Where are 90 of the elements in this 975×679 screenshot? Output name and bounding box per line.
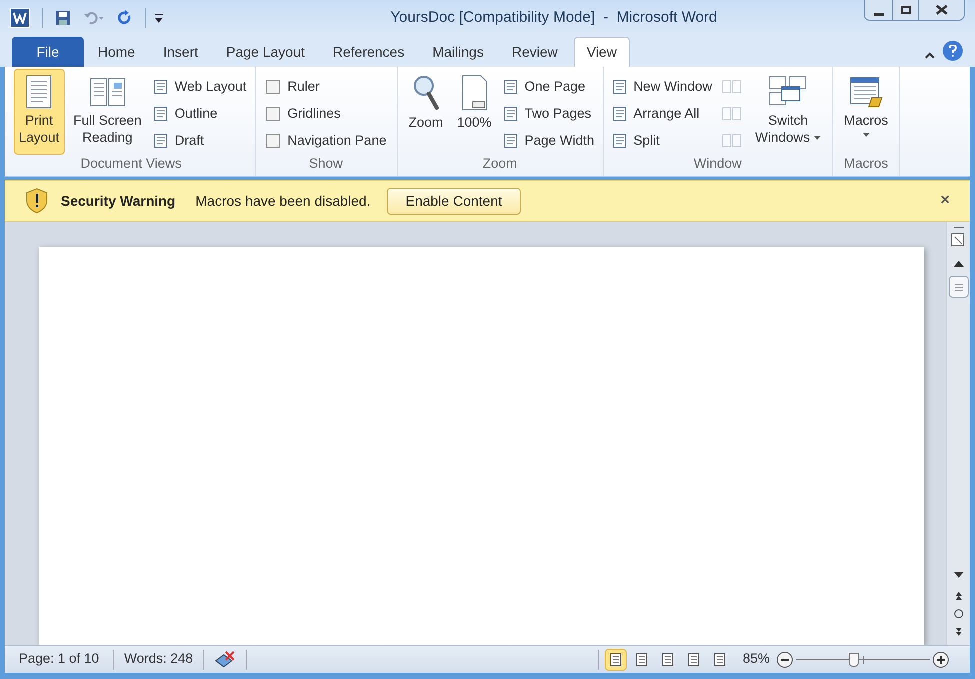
ribbon-button[interactable]: Full Screen Reading: [68, 69, 147, 155]
ribbon-tab[interactable]: View: [574, 37, 630, 67]
checkbox[interactable]: [266, 106, 280, 121]
scroll-up-icon[interactable]: [952, 260, 964, 268]
checkbox-option[interactable]: Navigation Pane: [262, 128, 391, 155]
word-count[interactable]: Words: 248: [114, 649, 204, 670]
zoom-level[interactable]: 85%: [742, 649, 770, 670]
ribbon-button[interactable]: Switch Windows: [750, 69, 826, 155]
ribbon-tab[interactable]: Mailings: [420, 37, 496, 67]
group-label: Zoom: [482, 155, 518, 173]
document-icon: [152, 78, 169, 95]
caret-icon: [154, 12, 164, 24]
view-icon: [712, 652, 727, 666]
ribbon-button[interactable]: Zoom: [404, 69, 448, 155]
document-icon: [152, 106, 169, 122]
pages-icon: [722, 133, 742, 150]
group-label: Show: [309, 155, 344, 173]
zoom-out-icon[interactable]: [776, 650, 794, 668]
word-logo-icon: [13, 12, 27, 24]
ribbon-tab[interactable]: Review: [500, 37, 570, 67]
file-tab[interactable]: File: [12, 37, 84, 67]
undo-arrow-icon: [83, 10, 105, 26]
checkbox-option[interactable]: Gridlines: [262, 100, 391, 128]
maximize-button[interactable]: [892, 0, 918, 20]
minimize-icon: [874, 12, 884, 16]
maximize-icon: [900, 6, 910, 14]
ribbon-button[interactable]: 100%: [452, 69, 497, 155]
view-icon: [686, 652, 701, 666]
redo-arrow-icon: [117, 10, 133, 26]
ribbon-tab[interactable]: Insert: [151, 37, 210, 67]
slider-thumb[interactable]: [848, 652, 859, 666]
document-icon: [502, 78, 519, 95]
ribbon-button[interactable]: Page Width: [500, 128, 597, 155]
scroll-thumb[interactable]: [948, 276, 968, 298]
group-label: Window: [694, 155, 742, 173]
minimize-button[interactable]: [865, 0, 892, 20]
ruler-toggle-icon[interactable]: [950, 232, 966, 248]
zoom-in-icon[interactable]: [932, 650, 950, 668]
view-icon: [634, 652, 649, 666]
ribbon-button[interactable]: Web Layout: [150, 73, 249, 100]
close-button[interactable]: ×: [940, 189, 950, 213]
scroll-down-icon[interactable]: [952, 571, 964, 579]
pages-icon: [722, 78, 742, 95]
question-mark-icon: [949, 45, 957, 57]
previous-page-icon[interactable]: [954, 591, 962, 601]
document-icon: [612, 106, 628, 122]
redo-icon[interactable]: [117, 10, 133, 26]
ribbon-tab[interactable]: References: [321, 37, 417, 67]
ribbon-button[interactable]: Split: [610, 128, 714, 155]
next-page-icon[interactable]: [954, 627, 962, 637]
close-icon: [936, 5, 948, 15]
shield-icon: [25, 188, 49, 214]
checkbox[interactable]: [266, 80, 280, 94]
page-count[interactable]: Page: 1 of 10: [5, 649, 114, 670]
ribbon-button[interactable]: Print Layout: [14, 69, 65, 155]
ribbon-button[interactable]: New Window: [610, 73, 714, 100]
ribbon-button[interactable]: Arrange All: [610, 100, 714, 128]
ribbon-tab[interactable]: Home: [86, 37, 148, 67]
document-icon: [612, 133, 628, 150]
view-icon: [660, 652, 675, 666]
collapse-ribbon-icon[interactable]: [925, 51, 935, 59]
group-label: Document Views: [80, 155, 182, 173]
warning-title: Security Warning: [61, 192, 176, 211]
warning-message: Macros have been disabled.: [196, 192, 371, 210]
ribbon-button[interactable]: Draft: [150, 128, 249, 155]
ribbon-button[interactable]: Outline: [150, 100, 249, 128]
customize-caret-icon[interactable]: [154, 12, 164, 24]
proofing-icon[interactable]: [214, 650, 236, 668]
checkbox[interactable]: [266, 134, 280, 148]
ribbon-tab[interactable]: Page Layout: [214, 37, 317, 67]
save-icon[interactable]: [55, 10, 71, 26]
help-icon[interactable]: [943, 41, 963, 61]
pages-icon: [722, 106, 742, 122]
close-button[interactable]: [918, 0, 964, 20]
window-title: YoursDoc [Compatibility Mode] - Microsoft Word: [390, 8, 718, 28]
ribbon-button[interactable]: Two Pages: [500, 100, 597, 128]
checkbox-option[interactable]: Ruler: [262, 73, 391, 100]
document-icon: [502, 133, 519, 150]
document-icon: [152, 133, 169, 150]
browse-object-icon[interactable]: [954, 609, 964, 619]
enable-content-button[interactable]: Enable Content: [386, 188, 522, 214]
view-button[interactable]: [604, 648, 627, 670]
document-icon: [612, 78, 628, 95]
app-icon[interactable]: [10, 8, 30, 28]
ribbon-button[interactable]: Macros: [839, 69, 894, 155]
view-icon: [608, 652, 623, 666]
zoom-slider[interactable]: [796, 650, 930, 668]
document-icon: [502, 106, 519, 122]
ribbon-button[interactable]: One Page: [500, 73, 597, 100]
group-label: Macros: [844, 155, 888, 173]
